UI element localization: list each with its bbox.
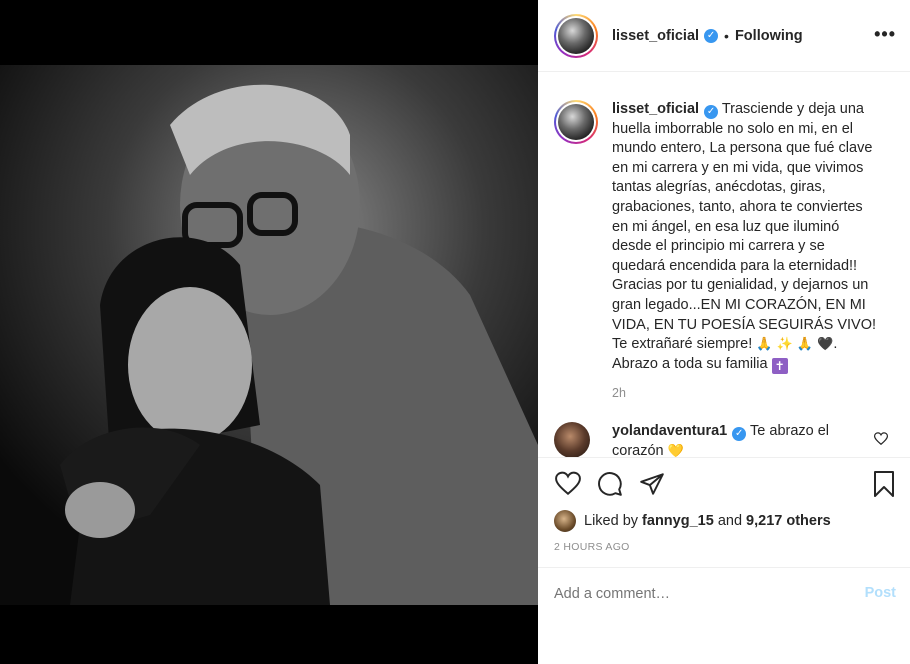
likes-prefix: Liked by	[584, 513, 639, 529]
add-comment-input[interactable]	[554, 586, 834, 602]
following-button[interactable]: Following	[735, 28, 803, 44]
caption-emojis: 🙏 ✨ 🙏 🖤	[756, 337, 834, 353]
likes-connector: and	[717, 513, 743, 529]
likes-count[interactable]: 9,217 others	[746, 513, 831, 529]
comments-section[interactable]: lisset_oficial ✓ Trasciende y deja una hu…	[538, 72, 910, 458]
like-comment-heart-icon[interactable]	[873, 432, 889, 451]
post-photo[interactable]	[0, 65, 538, 605]
media-area	[0, 0, 538, 664]
header-username[interactable]: lisset_oficial	[612, 28, 699, 44]
caption-text: Trasciende y deja una huella imborrable …	[612, 101, 877, 353]
action-bar	[538, 458, 910, 510]
likes-summary: Liked by fannyg_15 and 9,217 others	[538, 510, 910, 532]
comment-username[interactable]: yolandaventura1	[612, 423, 727, 439]
caption-avatar[interactable]	[554, 100, 598, 144]
post-timestamp[interactable]: 2 HOURS AGO	[538, 532, 910, 568]
comment-emoji: 💛	[667, 443, 684, 458]
comment-bubble-icon[interactable]	[596, 471, 624, 497]
cross-emoji-icon: ✝	[771, 357, 788, 374]
profile-avatar[interactable]	[554, 13, 598, 58]
add-comment-bar: Post	[538, 568, 910, 620]
verified-badge-icon: ✓	[704, 28, 719, 43]
post-side-panel: lisset_oficial ✓ • Following ••• lisset_…	[538, 0, 910, 664]
share-paper-plane-icon[interactable]	[638, 471, 666, 497]
comment-item: yolandaventura1 ✓ Te abrazo el corazón 💛	[554, 422, 894, 458]
verified-badge-icon: ✓	[732, 427, 747, 442]
caption-text-block: lisset_oficial ✓ Trasciende y deja una hu…	[612, 100, 880, 374]
caption-time[interactable]: 2h	[612, 386, 894, 400]
comment-avatar[interactable]	[554, 422, 590, 457]
caption-username[interactable]: lisset_oficial	[612, 101, 699, 117]
liker-username[interactable]: fannyg_15	[642, 513, 714, 529]
post-comment-button[interactable]: Post	[865, 585, 896, 601]
liker-avatar[interactable]	[554, 510, 576, 532]
caption: lisset_oficial ✓ Trasciende y deja una hu…	[554, 100, 894, 374]
comment-text-block: yolandaventura1 ✓ Te abrazo el corazón 💛	[612, 422, 852, 458]
more-options-icon[interactable]: •••	[874, 24, 896, 45]
photo-image	[0, 65, 538, 605]
verified-badge-icon: ✓	[704, 105, 719, 119]
save-bookmark-icon[interactable]	[872, 470, 896, 503]
separator-dot: •	[724, 27, 729, 44]
post-header: lisset_oficial ✓ • Following •••	[538, 0, 910, 72]
like-heart-icon[interactable]	[554, 471, 582, 497]
